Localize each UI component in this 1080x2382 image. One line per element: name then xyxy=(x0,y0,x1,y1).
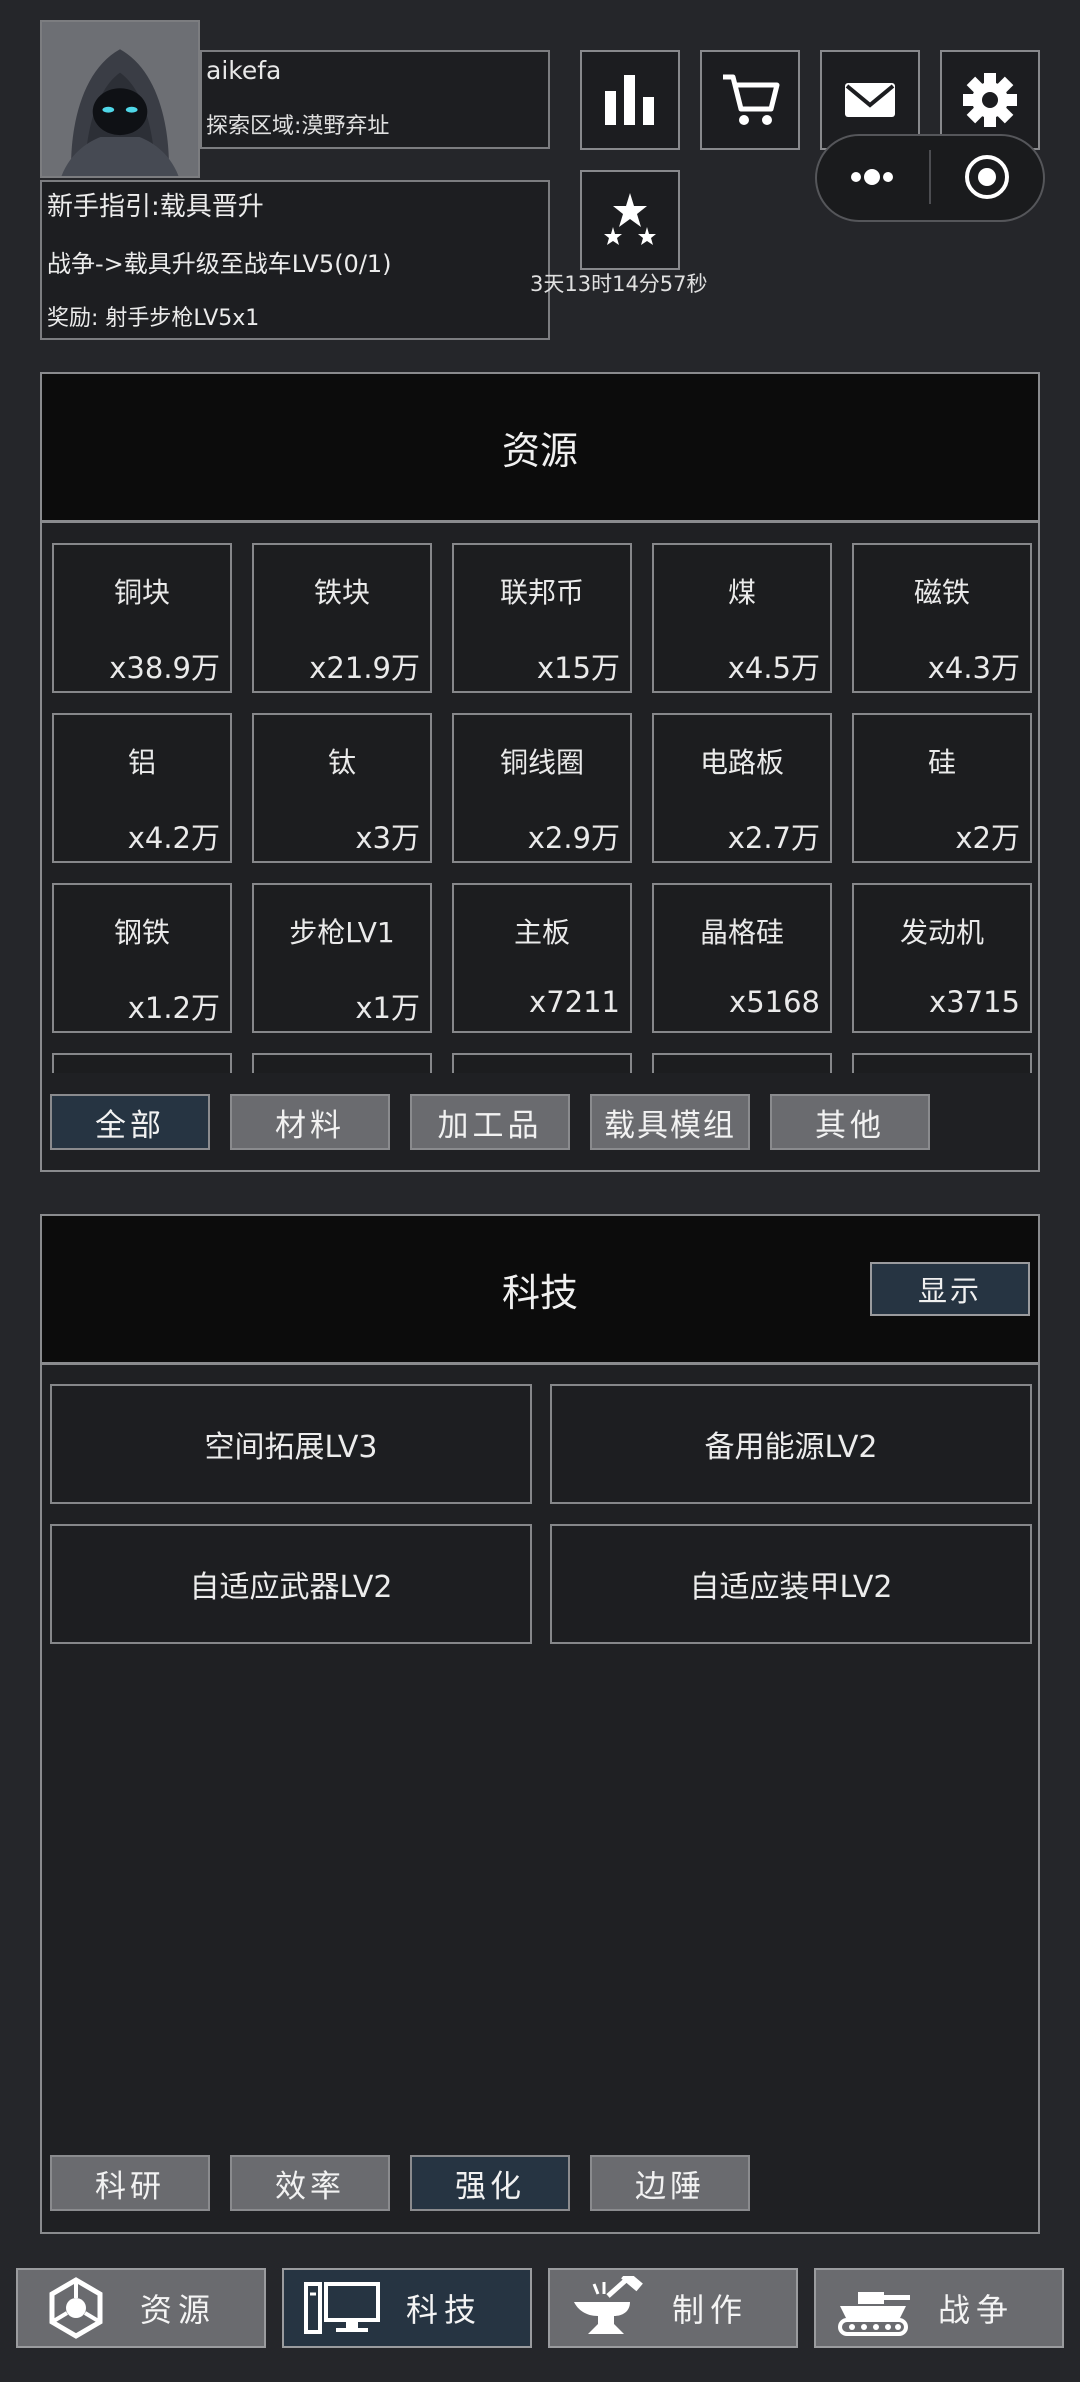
close-miniprogram-button[interactable] xyxy=(955,150,1019,204)
hooded-figure-icon xyxy=(42,22,198,176)
resource-count: x4.2万 xyxy=(127,821,220,855)
filter-processed[interactable]: 加工品 xyxy=(410,1094,570,1150)
filter-materials[interactable]: 材料 xyxy=(230,1094,390,1150)
resources-title: 资源 xyxy=(42,374,1038,520)
resource-name: 电路板 xyxy=(699,746,784,779)
resource-count: x4.3万 xyxy=(927,651,1020,685)
username: aikefa xyxy=(206,56,282,85)
resource-count: x3万 xyxy=(355,821,420,855)
guide-title: 新手指引:载具晋升 xyxy=(47,192,264,222)
resource-name: 铁块 xyxy=(313,576,370,609)
resource-name: 主板 xyxy=(513,916,570,949)
avatar[interactable] xyxy=(40,20,200,178)
resource-name: 发动机 xyxy=(899,916,984,949)
explore-area: 探索区域:漠野弃址 xyxy=(206,114,390,139)
bar-chart-icon xyxy=(605,75,654,125)
resource-item[interactable]: 步枪LV1 x1万 xyxy=(252,883,432,1033)
tech-item[interactable]: 自适应装甲LV2 xyxy=(550,1524,1032,1644)
cart-icon xyxy=(723,74,780,125)
resource-count: x7211 xyxy=(529,985,620,1019)
resource-name: 煤 xyxy=(727,576,756,609)
guide-reward: 奖励: 射手步枪LV5x1 xyxy=(47,306,260,331)
event-timer: 3天13时14分57秒 xyxy=(530,272,708,296)
mail-icon xyxy=(845,83,895,117)
resource-item-clipped[interactable] xyxy=(852,1053,1032,1073)
nav-label: 资源 xyxy=(140,2291,217,2329)
resource-item[interactable]: 晶格硅 x5168 xyxy=(652,883,832,1033)
resource-item[interactable]: 电路板 x2.7万 xyxy=(652,713,832,863)
resource-item[interactable]: 铝 x4.2万 xyxy=(52,713,232,863)
tech-item[interactable]: 备用能源LV2 xyxy=(550,1384,1032,1504)
anvil-icon xyxy=(574,2276,643,2334)
filter-efficiency[interactable]: 效率 xyxy=(230,2155,390,2211)
resource-name: 钢铁 xyxy=(113,916,170,949)
resource-grid[interactable]: 铜块 x38.9万 铁块 x21.9万 联邦币 x15万 煤 x4.5万 磁铁 … xyxy=(42,523,1038,1073)
nav-war[interactable]: 战争 xyxy=(814,2268,1064,2348)
resource-name: 联邦币 xyxy=(499,576,584,609)
resource-count: x4.5万 xyxy=(727,651,820,685)
resource-item[interactable]: 发动机 x3715 xyxy=(852,883,1032,1033)
resource-count: x2.9万 xyxy=(527,821,620,855)
capsule-divider xyxy=(929,150,931,204)
resource-count: x15万 xyxy=(536,651,620,685)
resource-name: 步枪LV1 xyxy=(289,916,395,949)
resources-icon xyxy=(49,2277,103,2339)
resource-item[interactable]: 煤 x4.5万 xyxy=(652,543,832,693)
resource-name: 晶格硅 xyxy=(699,916,784,949)
filter-enhance[interactable]: 强化 xyxy=(410,2155,570,2211)
shop-button[interactable] xyxy=(700,50,800,150)
resource-name: 铜线圈 xyxy=(499,746,584,779)
resource-item-clipped[interactable] xyxy=(252,1053,432,1073)
resource-count: x1.2万 xyxy=(127,991,220,1025)
nav-craft[interactable]: 制作 xyxy=(548,2268,798,2348)
more-dots-icon xyxy=(851,169,893,185)
stats-button[interactable] xyxy=(580,50,680,150)
resource-item-clipped[interactable] xyxy=(452,1053,632,1073)
tech-item[interactable]: 自适应武器LV2 xyxy=(50,1524,532,1644)
nav-label: 战争 xyxy=(938,2291,1015,2329)
filter-all[interactable]: 全部 xyxy=(50,1094,210,1150)
resource-item-clipped[interactable] xyxy=(652,1053,832,1073)
resource-item-clipped[interactable] xyxy=(52,1053,232,1073)
guide-task: 战争->载具升级至战车LV5(0/1) xyxy=(47,250,392,278)
nav-tech[interactable]: 科技 xyxy=(282,2268,532,2348)
resource-item[interactable]: 铁块 x21.9万 xyxy=(252,543,432,693)
resource-count: x38.9万 xyxy=(109,651,220,685)
resource-name: 钛 xyxy=(327,746,356,779)
resource-name: 磁铁 xyxy=(913,576,970,609)
computer-icon xyxy=(304,2282,380,2334)
nav-resources[interactable]: 资源 xyxy=(16,2268,266,2348)
nav-label: 科技 xyxy=(406,2291,483,2329)
tank-icon xyxy=(838,2292,910,2336)
resource-item[interactable]: 钛 x3万 xyxy=(252,713,432,863)
nav-label: 制作 xyxy=(672,2291,749,2329)
more-button[interactable] xyxy=(840,150,904,204)
filter-vehicle-modules[interactable]: 载具模组 xyxy=(590,1094,750,1150)
tech-display-toggle[interactable]: 显示 xyxy=(870,1262,1030,1316)
resource-count: x2万 xyxy=(955,821,1020,855)
resource-item[interactable]: 硅 x2万 xyxy=(852,713,1032,863)
resource-count: x3715 xyxy=(929,985,1020,1019)
resource-name: 铜块 xyxy=(113,576,170,609)
resource-count: x5168 xyxy=(729,985,820,1019)
stars-icon xyxy=(604,193,656,245)
achievement-button[interactable] xyxy=(580,170,680,270)
resource-name: 硅 xyxy=(927,746,956,779)
resource-item[interactable]: 主板 x7211 xyxy=(452,883,632,1033)
tech-item[interactable]: 空间拓展LV3 xyxy=(50,1384,532,1504)
resource-item[interactable]: 联邦币 x15万 xyxy=(452,543,632,693)
filter-frontier[interactable]: 边陲 xyxy=(590,2155,750,2211)
resource-item[interactable]: 铜线圈 x2.9万 xyxy=(452,713,632,863)
record-icon xyxy=(965,155,1009,199)
gear-icon xyxy=(963,73,1017,127)
resource-item[interactable]: 钢铁 x1.2万 xyxy=(52,883,232,1033)
filter-research[interactable]: 科研 xyxy=(50,2155,210,2211)
filter-other[interactable]: 其他 xyxy=(770,1094,930,1150)
resource-item[interactable]: 铜块 x38.9万 xyxy=(52,543,232,693)
resource-count: x2.7万 xyxy=(727,821,820,855)
resource-count: x1万 xyxy=(355,991,420,1025)
resource-count: x21.9万 xyxy=(309,651,420,685)
resource-item[interactable]: 磁铁 x4.3万 xyxy=(852,543,1032,693)
resource-name: 铝 xyxy=(127,746,156,779)
